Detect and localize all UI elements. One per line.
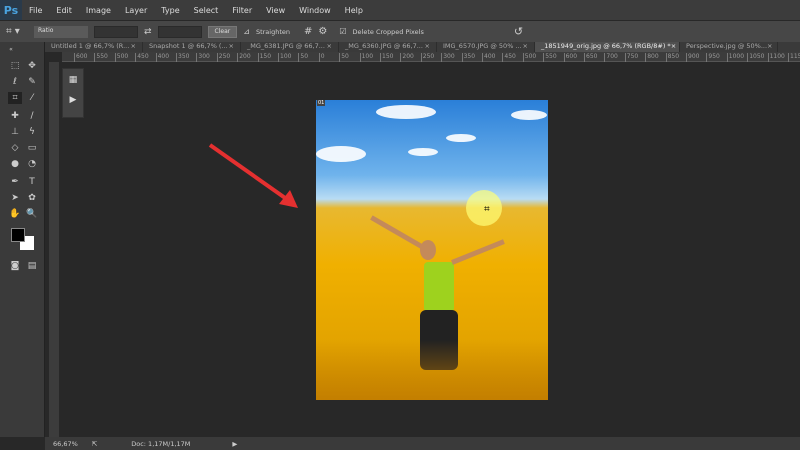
zoom-level[interactable]: 66,67% [53,440,78,448]
status-bar: 66,67% ⇱ Doc: 1,17M/1,17M ▶ [45,437,800,450]
share-icon[interactable]: ⇱ [92,440,97,448]
red-arrow-annotation [208,143,298,208]
status-menu-arrow-icon[interactable]: ▶ [232,440,237,448]
doc-size: Doc: 1,17M/1,17M [131,439,191,448]
